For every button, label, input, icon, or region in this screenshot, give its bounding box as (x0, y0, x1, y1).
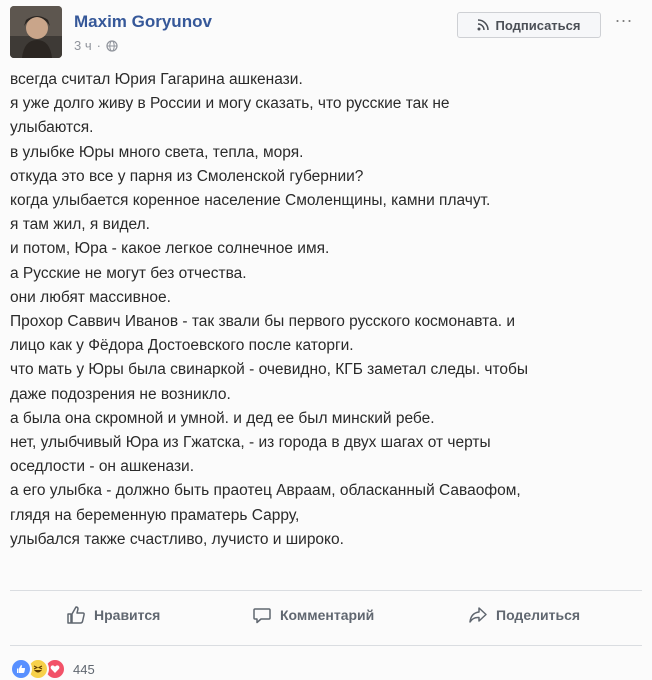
post-text-line: а Русские не могут без отчества. (10, 264, 247, 282)
post-text-line: а была она скромной и умной. и дед ее бы… (10, 409, 435, 427)
subscribe-label: Подписаться (495, 17, 581, 33)
rss-icon (477, 19, 490, 31)
globe-icon (106, 39, 118, 52)
post-text-line: когда улыбается коренное население Смоле… (10, 192, 491, 210)
comment-label: Комментарий (280, 607, 375, 623)
post-text-line: я уже долго живу в России и могу сказать… (10, 95, 450, 113)
post-text-line: Прохор Саввич Иванов - так звали бы перв… (10, 313, 515, 331)
post-text-line: улыбаются. (10, 119, 94, 137)
more-options-icon[interactable]: ... (615, 6, 633, 27)
subscribe-button[interactable]: Подписаться (457, 12, 601, 38)
post-text-line: оседлости - он ашкенази. (10, 458, 195, 476)
comment-button[interactable]: Комментарий (252, 600, 374, 630)
like-reaction-icon (10, 658, 32, 680)
post-text-line: они любят массивное. (10, 288, 171, 306)
thumbs-up-icon (67, 606, 85, 624)
like-button[interactable]: Нравится (66, 600, 160, 630)
post-text-line: нет, улыбчивый Юра из Гжатска, - из горо… (10, 434, 491, 452)
comment-bubble-icon (253, 608, 271, 624)
post-text-line: даже подозрения не возникло. (10, 385, 231, 403)
post-text-line: а его улыбка - должно быть праотец Авраа… (10, 482, 521, 500)
actions-divider-bottom (10, 645, 642, 646)
post-text-line: всегда считал Юрия Гагарина ашкенази. (10, 71, 303, 88)
reaction-count[interactable]: 445 (73, 662, 95, 677)
post-text-line: и потом, Юра - какое легкое солнечное им… (10, 240, 330, 258)
post-text-line: я там жил, я видел. (10, 216, 150, 234)
post-actions: Нравится Комментарий Поделиться (0, 600, 652, 630)
actions-divider-top (10, 590, 642, 591)
avatar-photo (10, 6, 62, 58)
share-button[interactable]: Поделиться (468, 600, 580, 630)
share-label: Поделиться (496, 607, 581, 623)
post-text-line: в улыбке Юры много света, тепла, моря. (10, 143, 304, 161)
author-avatar[interactable] (10, 6, 62, 58)
post-meta: 3 ч · (74, 38, 118, 53)
post-text-line: глядя на беременную праматерь Сарру, (10, 506, 300, 524)
post-header: Maxim Goryunov 3 ч · Подписаться ... (0, 0, 652, 64)
post-time[interactable]: 3 ч (74, 38, 92, 53)
post-text-line: улыбался также счастливо, лучисто и широ… (10, 530, 344, 548)
post-text-line: лицо как у Фёдора Достоевского после кат… (10, 337, 354, 355)
author-name[interactable]: Maxim Goryunov (74, 12, 212, 32)
facebook-post: Maxim Goryunov 3 ч · Подписаться ... все… (0, 0, 652, 680)
reactions-summary[interactable]: 445 (10, 658, 95, 680)
share-arrow-icon (469, 607, 487, 623)
post-text: всегда считал Юрия Гагарина ашкенази. я у… (10, 68, 630, 552)
post-text-line: откуда это все у парня из Смоленской губ… (10, 167, 364, 185)
post-text-line: что мать у Юры была свинаркой - очевидно… (10, 361, 529, 379)
like-label: Нравится (94, 607, 161, 623)
